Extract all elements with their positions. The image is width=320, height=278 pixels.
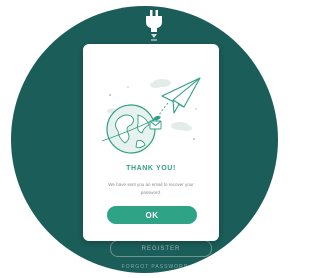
ok-button[interactable]: OK bbox=[107, 206, 197, 224]
forgot-password-link[interactable]: FORGOT PASSWORD bbox=[90, 264, 220, 270]
paper-plane-globe-illustration bbox=[101, 77, 201, 154]
confirmation-dialog: THANK YOU! We have sent you an email to … bbox=[83, 44, 219, 241]
dialog-message: We have sent you an email to recover you… bbox=[108, 182, 194, 195]
register-button[interactable]: REGISTER bbox=[110, 240, 212, 257]
dialog-title: THANK YOU! bbox=[126, 165, 176, 172]
plug-icon bbox=[146, 10, 162, 41]
